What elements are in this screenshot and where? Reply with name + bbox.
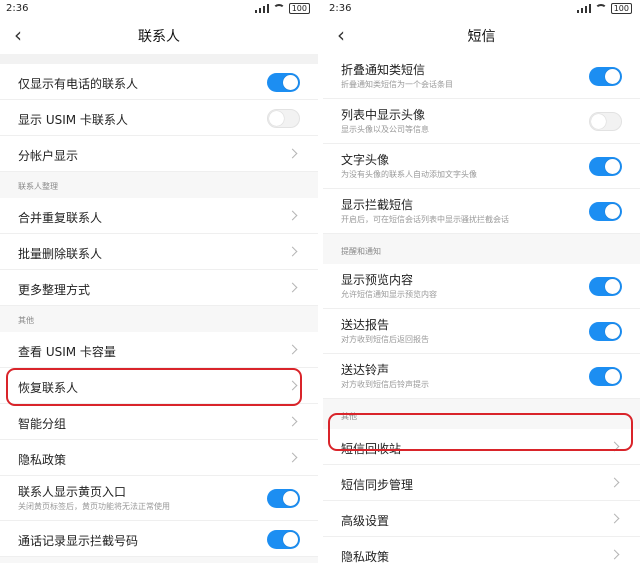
row-label: 查看 USIM 卡容量 bbox=[18, 345, 116, 359]
row-label: 文字头像 bbox=[341, 153, 390, 167]
title-bar: ‹ 短信 bbox=[323, 18, 640, 54]
row-sublabel: 为没有头像的联系人自动添加文字头像 bbox=[341, 170, 477, 179]
battery-icon: 100 bbox=[610, 3, 632, 14]
row-label: 显示拦截短信 bbox=[341, 198, 414, 212]
nav-row-smart-groups[interactable]: 智能分组 bbox=[0, 404, 318, 440]
toggle-row-fold-notification-sms[interactable]: 折叠通知类短信 折叠通知类短信为一个会话条目 bbox=[323, 54, 640, 99]
row-label: 隐私政策 bbox=[18, 453, 67, 467]
row-label: 仅显示有电话的联系人 bbox=[18, 77, 139, 91]
row-sublabel: 显示头像以及公司等信息 bbox=[341, 125, 429, 134]
chevron-right-icon bbox=[287, 344, 298, 355]
section-header: 其他 bbox=[0, 306, 318, 332]
page-title: 联系人 bbox=[138, 29, 180, 45]
nav-row-sms-sync[interactable]: 短信同步管理 bbox=[323, 465, 640, 501]
chevron-right-icon bbox=[287, 282, 298, 293]
title-bar: ‹ 联系人 bbox=[0, 18, 318, 54]
row-label: 送达报告 bbox=[341, 318, 390, 332]
nav-row-batch-delete[interactable]: 批量删除联系人 bbox=[0, 234, 318, 270]
battery-icon: 100 bbox=[288, 3, 310, 14]
toggle-row-preview-content[interactable]: 显示预览内容 允许短信通知显示预览内容 bbox=[323, 264, 640, 309]
row-label: 合并重复联系人 bbox=[18, 211, 103, 225]
toggle-switch[interactable] bbox=[589, 112, 622, 131]
toggle-switch[interactable] bbox=[267, 530, 300, 549]
row-sublabel: 对方收到短信后返回报告 bbox=[341, 335, 429, 344]
signal-icon bbox=[254, 4, 269, 13]
toggle-row-text-avatar[interactable]: 文字头像 为没有头像的联系人自动添加文字头像 bbox=[323, 144, 640, 189]
toggle-row-only-with-phone[interactable]: 仅显示有电话的联系人 bbox=[0, 64, 318, 100]
toggle-switch[interactable] bbox=[267, 109, 300, 128]
row-label: 显示 USIM 卡联系人 bbox=[18, 113, 128, 127]
nav-row-privacy-policy[interactable]: 隐私政策 bbox=[0, 440, 318, 476]
chevron-right-icon bbox=[609, 549, 620, 560]
chevron-right-icon bbox=[287, 246, 298, 257]
toggle-row-yellow-page[interactable]: 联系人显示黄页入口 关闭黄页标签后，黄页功能将无法正常使用 bbox=[0, 476, 318, 521]
nav-row-usim-capacity[interactable]: 查看 USIM 卡容量 bbox=[0, 332, 318, 368]
nav-row-privacy-policy[interactable]: 隐私政策 bbox=[323, 537, 640, 563]
toggle-switch[interactable] bbox=[589, 202, 622, 221]
status-bar: 2:36 100 bbox=[0, 0, 318, 18]
row-sublabel: 折叠通知类短信为一个会话条目 bbox=[341, 80, 453, 89]
row-label: 分帐户显示 bbox=[18, 149, 79, 163]
toggle-row-call-log-blocked[interactable]: 通话记录显示拦截号码 bbox=[0, 521, 318, 557]
signal-icon bbox=[576, 4, 591, 13]
row-label: 折叠通知类短信 bbox=[341, 63, 426, 77]
toggle-switch[interactable] bbox=[267, 73, 300, 92]
row-sublabel: 允许短信通知显示预览内容 bbox=[341, 290, 437, 299]
contacts-settings-screen: 2:36 100 ‹ 联系人 仅显示有电话的联系人 显示 USIM 卡联系人 分… bbox=[0, 0, 318, 563]
toggle-row-show-blocked-sms[interactable]: 显示拦截短信 开启后，可在短信会话列表中显示骚扰拦截会话 bbox=[323, 189, 640, 234]
toggle-switch[interactable] bbox=[589, 277, 622, 296]
nav-row-advanced-settings[interactable]: 高级设置 bbox=[323, 501, 640, 537]
toggle-row-delivery-report[interactable]: 送达报告 对方收到短信后返回报告 bbox=[323, 309, 640, 354]
status-bar: 2:36 100 bbox=[323, 0, 640, 18]
toggle-switch[interactable] bbox=[589, 367, 622, 386]
toggle-switch[interactable] bbox=[267, 489, 300, 508]
chevron-right-icon bbox=[287, 148, 298, 159]
status-time: 2:36 bbox=[6, 3, 29, 14]
nav-row-more-organize[interactable]: 更多整理方式 bbox=[0, 270, 318, 306]
wifi-icon bbox=[594, 3, 607, 14]
row-label: 通话记录显示拦截号码 bbox=[18, 534, 139, 548]
status-time: 2:36 bbox=[329, 3, 352, 14]
toggle-row-usim-contacts[interactable]: 显示 USIM 卡联系人 bbox=[0, 100, 318, 136]
section-header: 联系人整理 bbox=[0, 172, 318, 198]
row-label: 短信同步管理 bbox=[341, 478, 414, 492]
nav-row-merge-duplicates[interactable]: 合并重复联系人 bbox=[0, 198, 318, 234]
section-header: 提醒和通知 bbox=[323, 234, 640, 264]
chevron-right-icon bbox=[287, 416, 298, 427]
row-label: 批量删除联系人 bbox=[18, 247, 103, 261]
nav-row-account-display[interactable]: 分帐户显示 bbox=[0, 136, 318, 172]
chevron-right-icon bbox=[287, 452, 298, 463]
page-title: 短信 bbox=[467, 29, 496, 45]
toggle-row-delivery-ringtone[interactable]: 送达铃声 对方收到短信后铃声提示 bbox=[323, 354, 640, 399]
toggle-switch[interactable] bbox=[589, 157, 622, 176]
row-sublabel: 对方收到短信后铃声提示 bbox=[341, 380, 429, 389]
chevron-right-icon bbox=[609, 513, 620, 524]
row-label: 更多整理方式 bbox=[18, 283, 91, 297]
toggle-row-show-avatar[interactable]: 列表中显示头像 显示头像以及公司等信息 bbox=[323, 99, 640, 144]
highlight-box bbox=[328, 413, 633, 451]
row-label: 隐私政策 bbox=[341, 550, 390, 563]
row-label: 列表中显示头像 bbox=[341, 108, 426, 122]
row-label: 联系人显示黄页入口 bbox=[18, 485, 127, 499]
row-label: 高级设置 bbox=[341, 514, 390, 528]
row-label: 送达铃声 bbox=[341, 363, 390, 377]
chevron-right-icon bbox=[287, 210, 298, 221]
highlight-box bbox=[6, 368, 302, 406]
sms-settings-screen: 2:36 100 ‹ 短信 折叠通知类短信 折叠通知类短信为一个会话条目 列表中… bbox=[323, 0, 640, 563]
toggle-switch[interactable] bbox=[589, 67, 622, 86]
toggle-switch[interactable] bbox=[589, 322, 622, 341]
row-sublabel: 开启后，可在短信会话列表中显示骚扰拦截会话 bbox=[341, 215, 509, 224]
chevron-right-icon bbox=[609, 477, 620, 488]
row-label: 显示预览内容 bbox=[341, 273, 414, 287]
row-sublabel: 关闭黄页标签后，黄页功能将无法正常使用 bbox=[18, 502, 170, 511]
wifi-icon bbox=[272, 3, 285, 14]
row-label: 智能分组 bbox=[18, 417, 67, 431]
